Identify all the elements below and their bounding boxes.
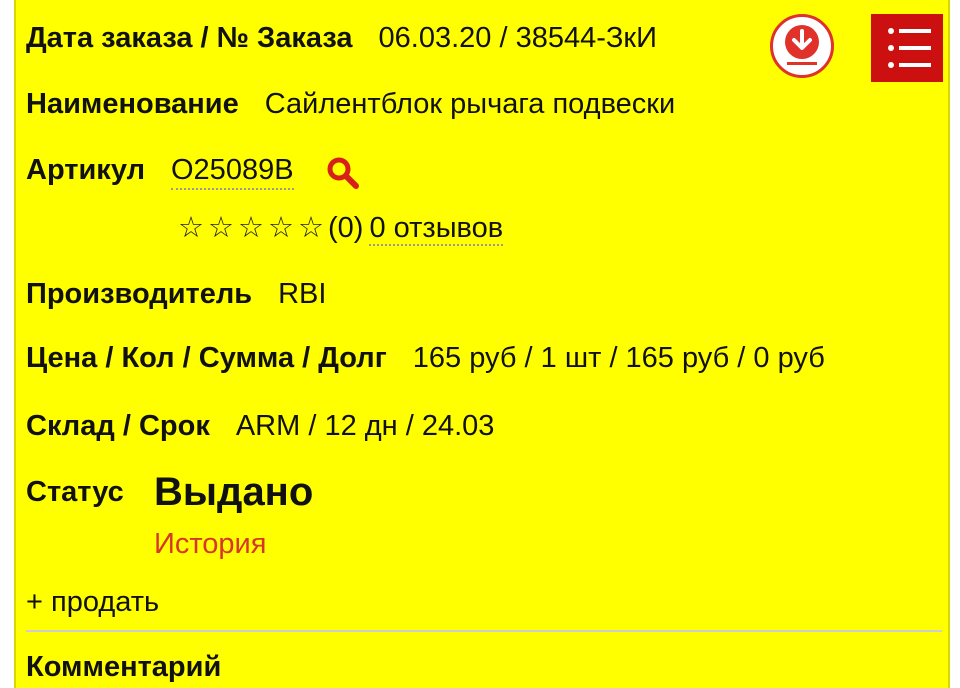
maker-value: RBI bbox=[278, 278, 327, 310]
maker-row: Производитель RBI bbox=[26, 278, 326, 311]
name-row: Наименование Сайлентблок рычага подвески bbox=[26, 88, 675, 121]
warehouse-value: ARM / 12 дн / 24.03 bbox=[235, 410, 495, 442]
status-value: Выдано bbox=[154, 470, 314, 514]
article-label: Артикул bbox=[26, 154, 145, 186]
search-icon[interactable] bbox=[326, 156, 360, 190]
download-button[interactable] bbox=[770, 14, 834, 78]
price-value: 165 руб / 1 шт / 165 руб / 0 руб bbox=[412, 342, 825, 374]
menu-list-icon bbox=[888, 28, 931, 68]
rating-stars[interactable]: ☆ ☆ ☆ ☆ ☆ bbox=[178, 212, 328, 244]
article-row: Артикул O25089B bbox=[26, 152, 359, 190]
name-value: Сайлентблок рычага подвески bbox=[264, 88, 676, 120]
rating-count: (0) bbox=[328, 212, 364, 244]
status-label: Статус bbox=[26, 476, 124, 508]
star-icon[interactable]: ☆ bbox=[268, 212, 294, 244]
order-row: Дата заказа / № Заказа 06.03.20 / 38544-З… bbox=[26, 22, 657, 55]
star-icon[interactable]: ☆ bbox=[238, 212, 264, 244]
star-icon[interactable]: ☆ bbox=[208, 212, 234, 244]
warehouse-label: Склад / Срок bbox=[26, 410, 210, 442]
star-icon[interactable]: ☆ bbox=[298, 212, 324, 244]
price-row: Цена / Кол / Сумма / Долг 165 руб / 1 шт … bbox=[26, 342, 825, 375]
rating: ☆ ☆ ☆ ☆ ☆ (0) 0 отзывов bbox=[178, 210, 504, 246]
star-icon[interactable]: ☆ bbox=[178, 212, 204, 244]
divider bbox=[26, 630, 942, 632]
sell-link[interactable]: + продать bbox=[26, 586, 159, 619]
comment-label: Комментарий bbox=[26, 651, 222, 683]
price-label: Цена / Кол / Сумма / Долг bbox=[26, 342, 387, 374]
history-link[interactable]: История bbox=[154, 528, 266, 561]
maker-label: Производитель bbox=[26, 278, 253, 310]
reviews-link[interactable]: 0 отзывов bbox=[369, 212, 504, 246]
name-label: Наименование bbox=[26, 88, 239, 120]
article-link[interactable]: O25089B bbox=[171, 152, 294, 190]
order-value: 06.03.20 / 38544-ЗкИ bbox=[378, 22, 657, 54]
order-card: Дата заказа / № Заказа 06.03.20 / 38544-З… bbox=[14, 0, 950, 688]
warehouse-row: Склад / Срок ARM / 12 дн / 24.03 bbox=[26, 410, 494, 443]
download-icon bbox=[785, 25, 819, 65]
order-label: Дата заказа / № Заказа bbox=[26, 22, 353, 54]
menu-button[interactable] bbox=[871, 14, 943, 82]
